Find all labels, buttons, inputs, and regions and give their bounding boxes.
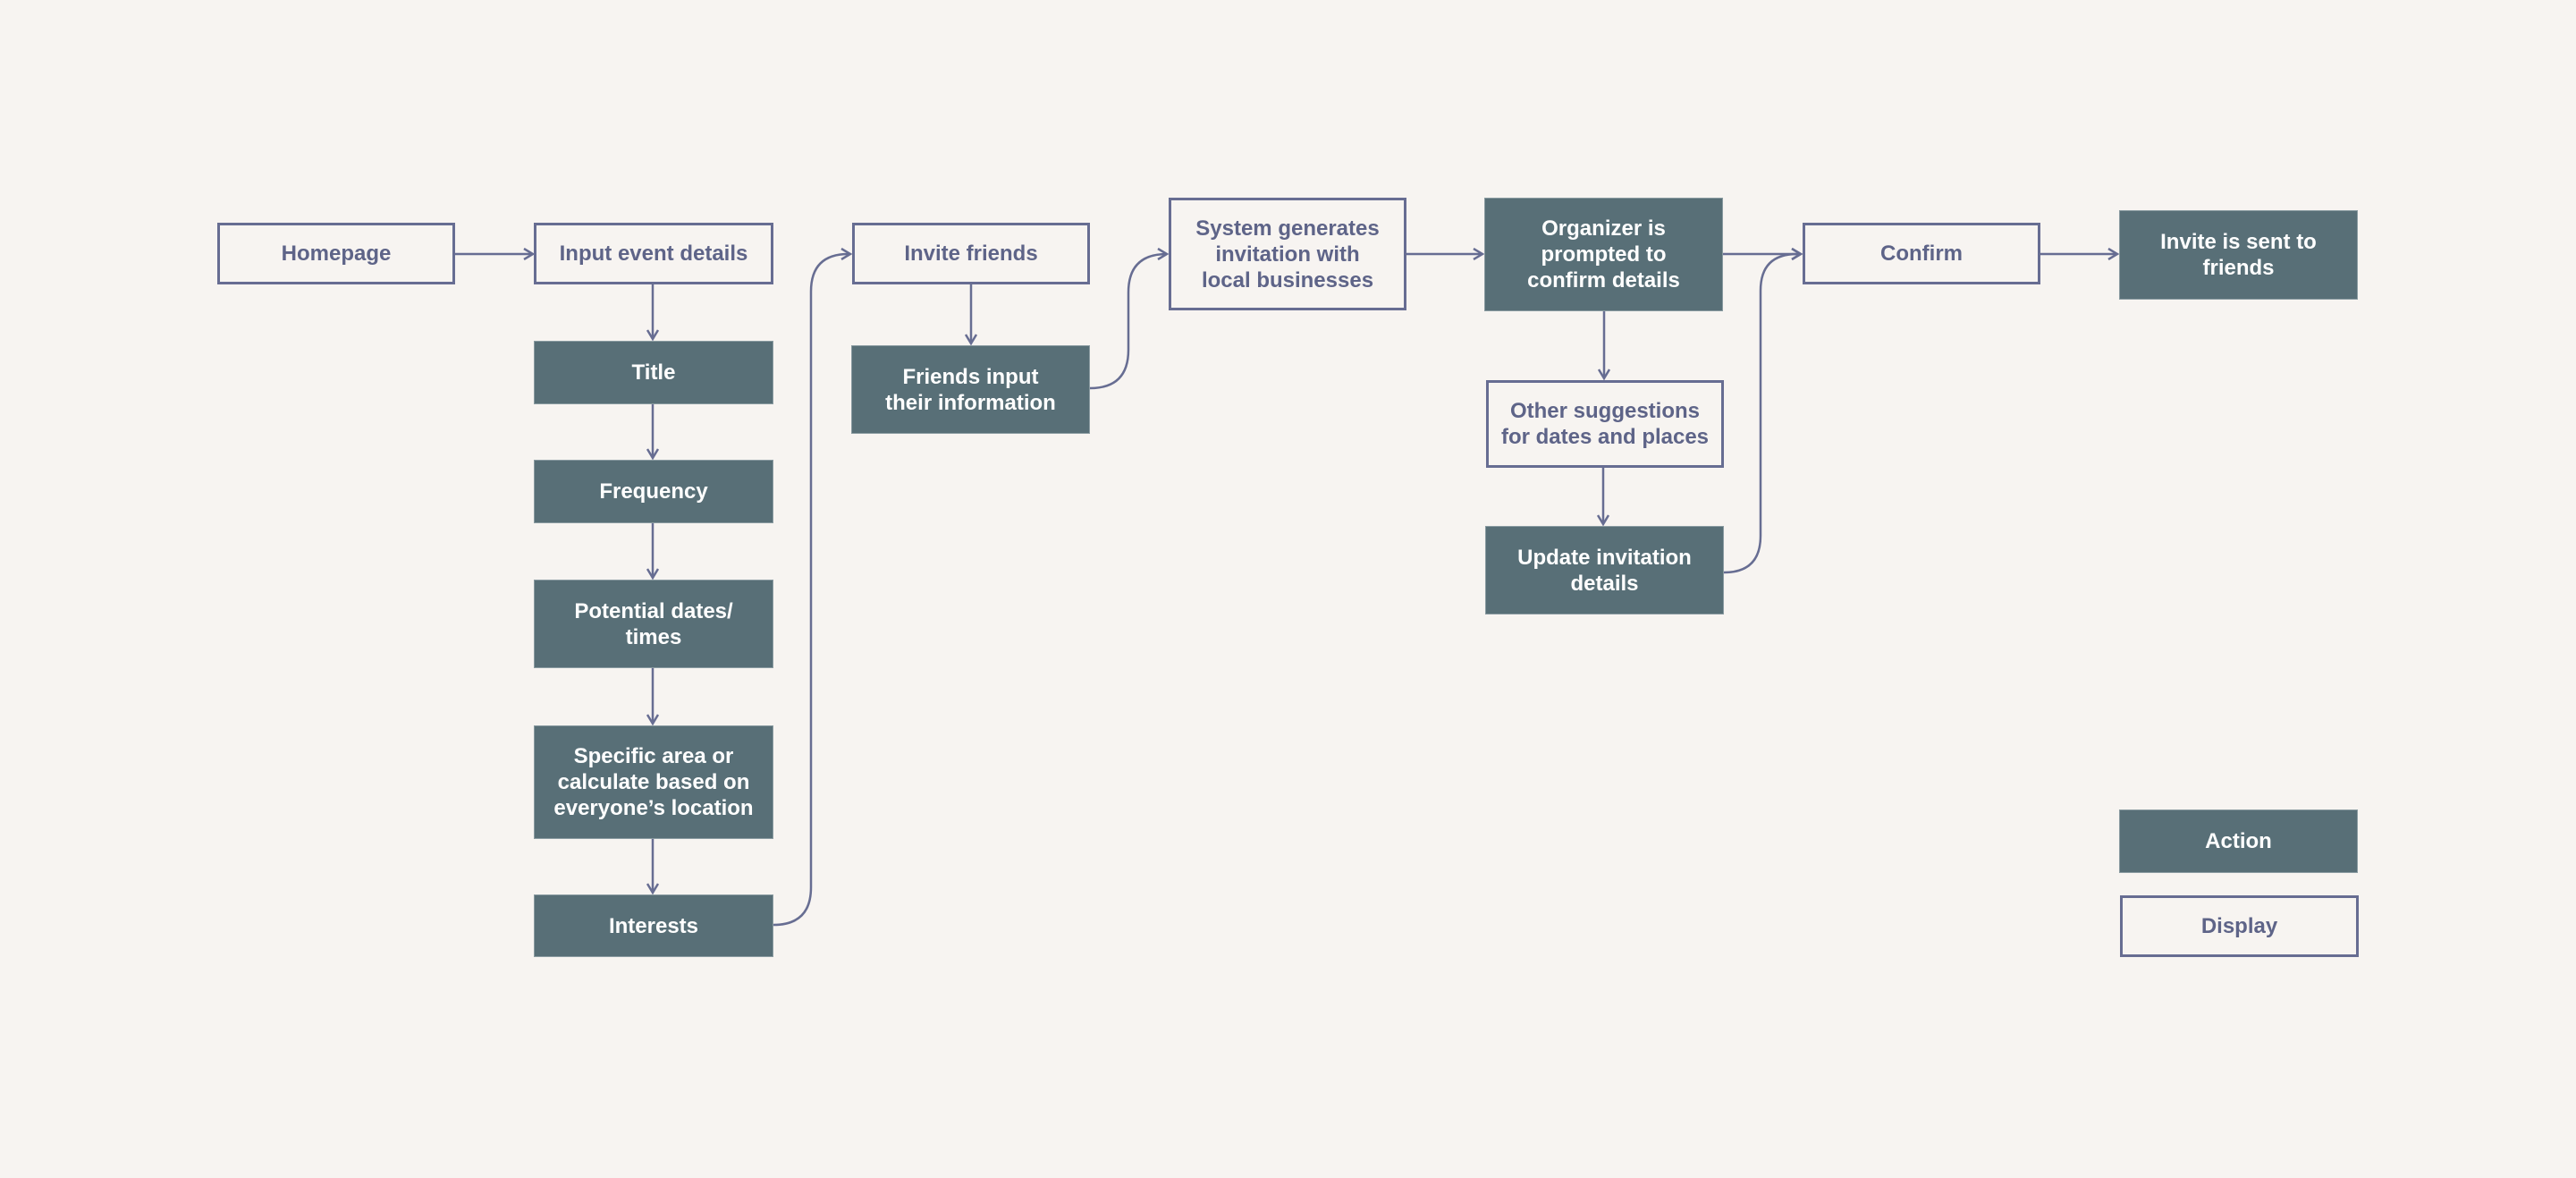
node-label: Other suggestions for dates and places bbox=[1500, 399, 1710, 449]
node-label: Invite friends bbox=[904, 242, 1038, 266]
legend-display-label: Display bbox=[2200, 914, 2278, 938]
node-specific-area[interactable]: Specific area or calculate based on ever… bbox=[534, 725, 773, 839]
node-label: Update invitation details bbox=[1517, 545, 1692, 596]
node-invite-friends[interactable]: Invite friends bbox=[852, 223, 1090, 284]
connectors-layer bbox=[455, 0, 2576, 927]
node-label: Homepage bbox=[281, 242, 392, 266]
node-organizer-prompted[interactable]: Organizer is prompted to confirm details bbox=[1484, 198, 1723, 311]
node-label: Title bbox=[631, 360, 676, 385]
node-label: Frequency bbox=[599, 479, 708, 504]
edge-friends-system bbox=[1089, 254, 1167, 390]
node-label: System generates invitation with local b… bbox=[1195, 216, 1380, 292]
node-input-event-details[interactable]: Input event details bbox=[534, 223, 773, 284]
node-confirm[interactable]: Confirm bbox=[1803, 223, 2040, 284]
legend-action-swatch: Action bbox=[2119, 809, 2358, 873]
edge-update-confirm bbox=[1723, 254, 1801, 574]
node-label: Invite is sent to friends bbox=[2160, 230, 2317, 280]
node-label: Input event details bbox=[559, 242, 748, 266]
legend-action-label: Action bbox=[2205, 829, 2272, 853]
node-label: Potential dates/ times bbox=[574, 598, 733, 649]
node-label: Friends input their information bbox=[885, 364, 1056, 415]
node-title[interactable]: Title bbox=[534, 341, 773, 404]
node-label: Interests bbox=[608, 913, 699, 938]
edge-interests-invite bbox=[773, 254, 850, 927]
node-potential-dates[interactable]: Potential dates/ times bbox=[534, 580, 773, 668]
legend-display-swatch: Display bbox=[2120, 895, 2359, 957]
node-friends-input[interactable]: Friends input their information bbox=[851, 345, 1090, 434]
node-frequency[interactable]: Frequency bbox=[534, 460, 773, 523]
node-label: Confirm bbox=[1880, 242, 1963, 266]
flow-diagram: Homepage Input event details Title Frequ… bbox=[0, 0, 2576, 1178]
node-label: Specific area or calculate based on ever… bbox=[553, 744, 754, 820]
node-homepage[interactable]: Homepage bbox=[217, 223, 455, 284]
node-invite-sent[interactable]: Invite is sent to friends bbox=[2119, 210, 2358, 300]
node-interests[interactable]: Interests bbox=[534, 894, 773, 957]
node-system-generates[interactable]: System generates invitation with local b… bbox=[1169, 198, 1406, 310]
node-update-invitation[interactable]: Update invitation details bbox=[1485, 526, 1724, 614]
node-label: Organizer is prompted to confirm details bbox=[1527, 216, 1680, 292]
node-other-suggestions[interactable]: Other suggestions for dates and places bbox=[1486, 380, 1724, 468]
